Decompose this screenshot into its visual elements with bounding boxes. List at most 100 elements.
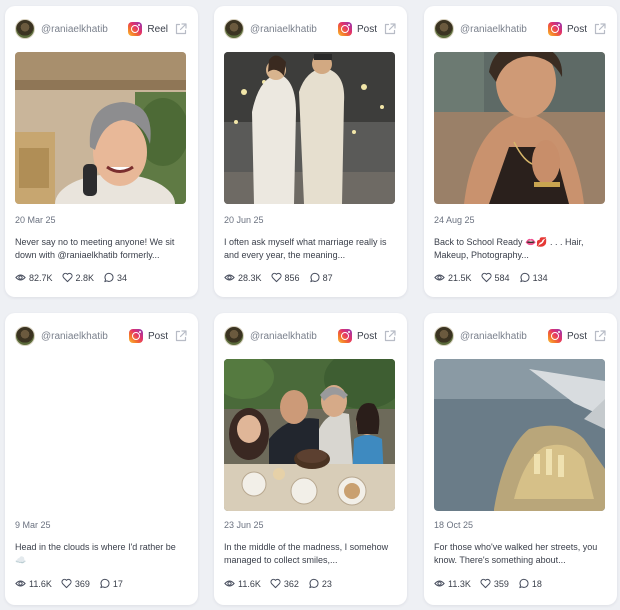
likes-stat: 2.8K	[62, 272, 95, 283]
comments-stat: 18	[518, 578, 542, 589]
likes-count: 2.8K	[75, 272, 95, 283]
account-handle[interactable]: @raniaelkhatib	[250, 24, 317, 35]
post-thumbnail[interactable]	[15, 52, 186, 204]
comment-icon	[519, 272, 530, 283]
external-link-icon[interactable]	[593, 329, 607, 343]
external-link-icon[interactable]	[383, 329, 397, 343]
avatar[interactable]	[434, 19, 454, 39]
post-stats: 11.6K 362 23	[224, 578, 397, 589]
views-count: 11.3K	[448, 578, 471, 589]
instagram-icon	[337, 329, 352, 343]
post-caption: Never say no to meeting anyone! We sit d…	[15, 237, 175, 260]
likes-count: 369	[74, 578, 90, 589]
avatar[interactable]	[224, 326, 244, 346]
external-link-icon[interactable]	[174, 329, 188, 343]
account-handle[interactable]: @raniaelkhatib	[41, 24, 108, 35]
heart-icon	[270, 578, 281, 589]
post-card[interactable]: @raniaelkhatib Post 18 Oct 25 For those …	[424, 313, 617, 605]
avatar[interactable]	[15, 326, 35, 346]
likes-stat: 362	[270, 578, 299, 589]
comments-stat: 17	[99, 578, 123, 589]
account-handle[interactable]: @raniaelkhatib	[460, 24, 527, 35]
card-header: @raniaelkhatib Post	[224, 325, 397, 347]
views-stat: 11.3K	[434, 578, 471, 589]
external-link-icon[interactable]	[383, 22, 397, 36]
instagram-icon	[337, 22, 352, 36]
comments-count: 23	[321, 578, 332, 589]
post-type-label: Post	[147, 330, 168, 342]
likes-count: 856	[284, 272, 300, 283]
comments-count: 17	[112, 578, 123, 589]
account-handle[interactable]: @raniaelkhatib	[250, 331, 317, 342]
likes-stat: 584	[481, 272, 510, 283]
eye-icon	[15, 580, 26, 587]
comments-stat: 134	[519, 272, 548, 283]
post-caption: In the middle of the madness, I somehow …	[224, 542, 389, 565]
post-date: 18 Oct 25	[434, 520, 474, 530]
eye-icon	[224, 274, 235, 281]
post-thumbnail[interactable]	[224, 359, 395, 511]
comment-icon	[309, 578, 319, 589]
views-count: 21.5K	[448, 272, 472, 283]
avatar[interactable]	[434, 326, 454, 346]
post-date: 9 Mar 25	[15, 520, 51, 530]
comments-count: 34	[117, 272, 128, 283]
post-type-label: Post	[566, 23, 587, 35]
eye-icon	[15, 274, 26, 281]
card-header: @raniaelkhatib Post	[434, 18, 607, 40]
post-card[interactable]: @raniaelkhatib Post 20 Jun 25 I often as…	[214, 6, 407, 297]
instagram-icon	[128, 329, 143, 343]
post-date: 20 Mar 25	[15, 215, 56, 225]
views-stat: 82.7K	[15, 272, 53, 283]
likes-stat: 856	[271, 272, 300, 283]
post-card[interactable]: @raniaelkhatib Reel 20 Mar 25 Never say …	[5, 6, 198, 297]
comment-icon	[100, 578, 110, 589]
post-stats: 28.3K 856 87	[224, 272, 397, 283]
post-stats: 11.3K 359 18	[434, 578, 607, 589]
card-header: @raniaelkhatib Reel	[15, 18, 188, 40]
card-header: @raniaelkhatib Post	[224, 18, 397, 40]
post-card[interactable]: @raniaelkhatib Post 23 Jun 25 In the mid…	[214, 313, 407, 605]
comment-icon	[104, 272, 114, 283]
views-stat: 11.6K	[15, 578, 52, 589]
post-caption: For those who've walked her streets, you…	[434, 542, 598, 565]
post-thumbnail[interactable]	[224, 52, 395, 204]
avatar[interactable]	[224, 19, 244, 39]
post-type-label: Reel	[147, 23, 168, 35]
comment-icon	[519, 578, 529, 589]
views-stat: 11.6K	[224, 578, 261, 589]
external-link-icon[interactable]	[174, 22, 188, 36]
post-card[interactable]: @raniaelkhatib Post 24 Aug 25 Back to Sc…	[424, 6, 617, 297]
post-thumbnail[interactable]	[434, 359, 605, 511]
post-stats: 11.6K 369 17	[15, 578, 188, 589]
account-handle[interactable]: @raniaelkhatib	[41, 331, 108, 342]
views-count: 11.6K	[29, 578, 52, 589]
post-type-label: Post	[356, 23, 377, 35]
post-type-label: Post	[356, 330, 377, 342]
external-link-icon[interactable]	[593, 22, 607, 36]
eye-icon	[434, 274, 445, 281]
heart-icon	[271, 272, 282, 283]
comments-count: 18	[531, 578, 542, 589]
comments-stat: 34	[103, 272, 127, 283]
instagram-icon	[547, 329, 562, 343]
heart-icon	[61, 578, 72, 589]
comments-stat: 23	[308, 578, 332, 589]
instagram-icon	[547, 22, 562, 36]
post-date: 24 Aug 25	[434, 215, 475, 225]
post-thumbnail[interactable]	[434, 52, 605, 204]
post-card[interactable]: @raniaelkhatib Post 9 Mar 25 Head in the…	[5, 313, 198, 605]
comments-count: 134	[532, 272, 548, 283]
comments-count: 87	[322, 272, 333, 283]
post-stats: 21.5K 584 134	[434, 272, 607, 283]
likes-count: 359	[493, 578, 509, 589]
post-date: 20 Jun 25	[224, 215, 264, 225]
likes-count: 362	[283, 578, 299, 589]
card-header: @raniaelkhatib Post	[15, 325, 188, 347]
account-handle[interactable]: @raniaelkhatib	[460, 331, 527, 342]
avatar[interactable]	[15, 19, 35, 39]
views-count: 11.6K	[238, 578, 261, 589]
post-stats: 82.7K 2.8K 34	[15, 272, 188, 283]
comment-icon	[309, 272, 320, 283]
instagram-icon	[128, 22, 143, 36]
